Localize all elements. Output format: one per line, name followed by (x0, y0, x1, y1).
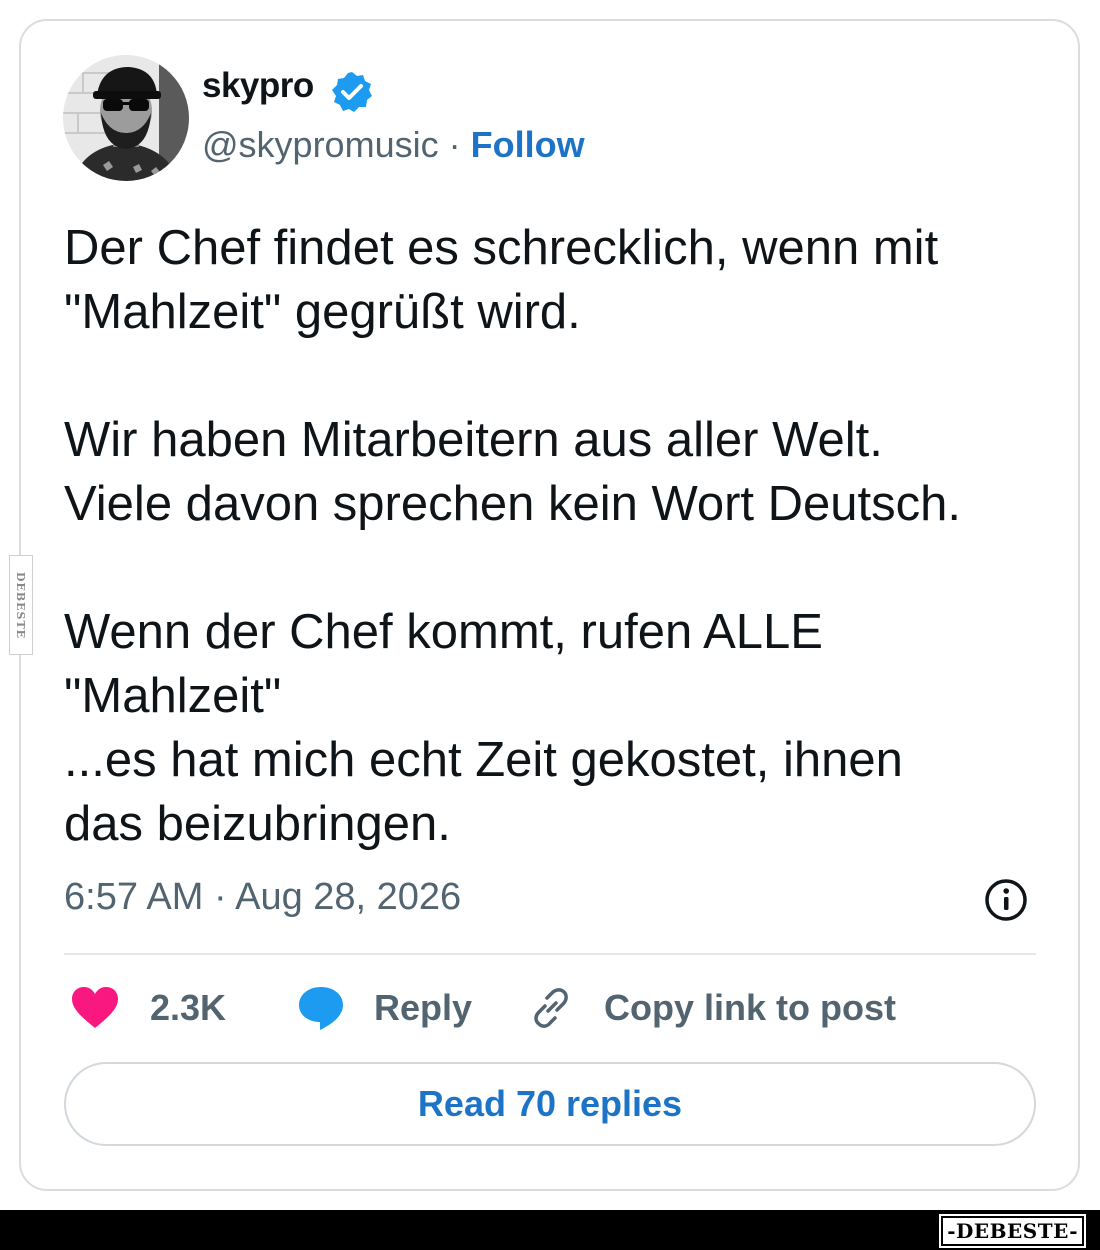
profile-photo-icon (63, 55, 189, 181)
page: skypro @skypromusic · Follow Der Chef fi… (0, 0, 1100, 1250)
post-paragraph: Der Chef findet es schrecklich, wenn mit… (64, 221, 939, 339)
info-icon[interactable] (983, 877, 1029, 923)
like-count: 2.3K (150, 987, 227, 1028)
action-bar: 2.3K Reply Copy link to post (64, 980, 1036, 1036)
read-replies-button[interactable]: Read 70 replies (64, 1062, 1036, 1146)
avatar[interactable] (63, 55, 189, 181)
handle-separator: · (448, 124, 461, 165)
display-name[interactable]: skypro (202, 66, 314, 106)
like-button[interactable]: 2.3K (70, 980, 226, 1036)
reply-button[interactable]: Reply (296, 980, 472, 1036)
side-watermark: DEBESTE (9, 555, 33, 655)
handle-row: @skypromusic · Follow (202, 124, 585, 166)
follow-button[interactable]: Follow (471, 124, 585, 165)
debeste-logo: -DEBESTE- (939, 1214, 1086, 1248)
post-text: Der Chef findet es schrecklich, wenn mit… (64, 216, 1054, 856)
verified-badge-icon (330, 70, 374, 114)
link-icon (534, 988, 568, 1028)
speech-bubble-icon (299, 987, 343, 1030)
reply-label: Reply (374, 987, 473, 1028)
copy-link-label: Copy link to post (604, 987, 896, 1028)
post-paragraph: Wenn der Chef kommt, rufen ALLE "Mahlzei… (64, 605, 903, 851)
bottom-watermark-bar: -DEBESTE- (0, 1210, 1100, 1250)
post-paragraph: Wir haben Mitarbeitern aus aller Welt. V… (64, 413, 962, 531)
side-watermark-text: DEBESTE (14, 571, 28, 639)
heart-icon (72, 987, 118, 1028)
author-handle[interactable]: @skypromusic (202, 124, 439, 165)
post-timestamp[interactable]: 6:57 AM · Aug 28, 2026 (64, 876, 461, 919)
copy-link-button[interactable]: Copy link to post (528, 980, 896, 1036)
divider (64, 953, 1036, 955)
